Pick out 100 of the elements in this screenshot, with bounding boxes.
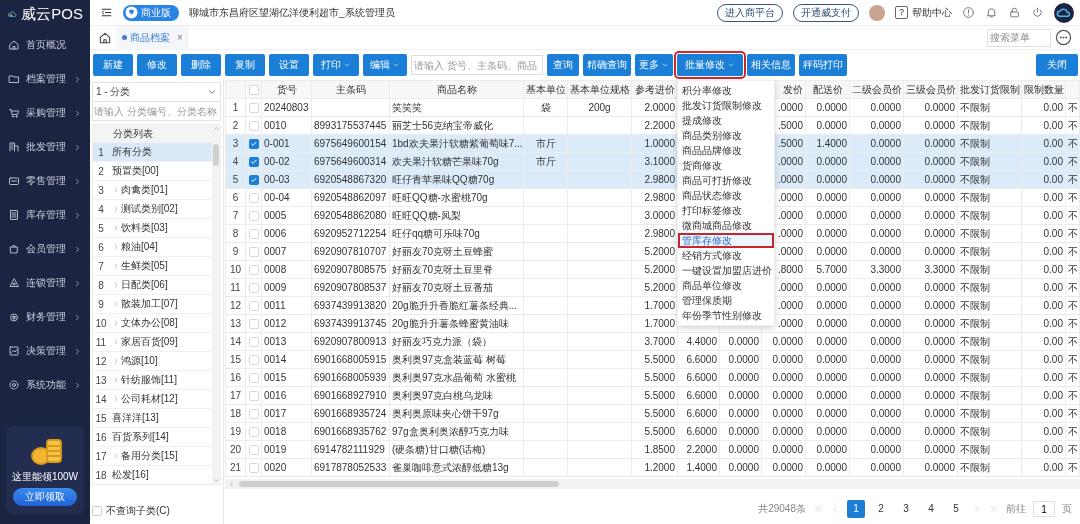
page-number[interactable]: 5 bbox=[947, 500, 965, 518]
chevron-icon[interactable] bbox=[112, 281, 120, 289]
sidebar-item[interactable]: 档案管理 bbox=[0, 62, 90, 96]
category-item[interactable]: 1 所有分类 bbox=[93, 142, 212, 161]
scrollbar[interactable] bbox=[225, 479, 1080, 489]
page-number[interactable]: 1 bbox=[847, 500, 865, 518]
column-header[interactable]: 三级会员价 bbox=[903, 80, 958, 99]
column-header[interactable]: 配送价 bbox=[805, 80, 850, 99]
help-link[interactable]: 帮助中心 bbox=[912, 5, 952, 20]
row-number: 8 bbox=[97, 279, 105, 291]
scrollbar[interactable] bbox=[212, 125, 220, 484]
column-header[interactable]: 二级会员价 bbox=[849, 80, 904, 99]
power-icon[interactable] bbox=[1031, 6, 1044, 19]
toolbar-button[interactable]: 打印 bbox=[313, 54, 359, 76]
chevron-icon[interactable] bbox=[112, 319, 120, 327]
toolbar-button[interactable]: 相关信息 bbox=[747, 54, 795, 76]
scrollbar-thumb[interactable] bbox=[239, 481, 559, 487]
search-field[interactable]: 请输入 货号、主条码、商品 bbox=[411, 55, 543, 75]
sidebar-item[interactable]: 采购管理 bbox=[0, 96, 90, 130]
close-icon[interactable]: × bbox=[177, 32, 183, 43]
column-header[interactable]: 主条码 bbox=[311, 80, 390, 99]
checkbox[interactable] bbox=[248, 175, 259, 186]
sidebar-item[interactable]: 决策管理 bbox=[0, 334, 90, 368]
toolbar-button[interactable]: 设置 bbox=[269, 54, 309, 76]
menu-item[interactable]: 管库存修改 bbox=[678, 233, 774, 248]
lock-icon[interactable] bbox=[1008, 6, 1021, 19]
page-number[interactable]: 2 bbox=[872, 500, 890, 518]
previous-page-icon[interactable] bbox=[830, 504, 840, 514]
column-header[interactable]: 限制数量 bbox=[1021, 80, 1066, 99]
sidebar-item[interactable]: 首页概况 bbox=[0, 28, 90, 62]
chevron-icon[interactable] bbox=[112, 357, 120, 365]
table-cell: 不限制 bbox=[957, 458, 1022, 477]
toolbar-button[interactable]: 精确查询 bbox=[583, 54, 631, 76]
row-number: 11 bbox=[94, 336, 108, 348]
table-cell: 好丽友70克呀土豆蜂蜜 bbox=[389, 242, 524, 261]
chevron-icon[interactable] bbox=[112, 376, 120, 384]
table-cell: 0.0000 bbox=[849, 314, 904, 333]
table-cell: 0.0000 bbox=[903, 458, 958, 477]
column-header[interactable]: 基本单位规格 bbox=[567, 80, 632, 99]
category-search-field[interactable]: 请输入 分类编号、分类名称 bbox=[92, 102, 221, 121]
toolbar-button[interactable]: 秤码打印 bbox=[799, 54, 847, 76]
row-number: 13 bbox=[225, 314, 246, 333]
sidebar-item[interactable]: 零售管理 bbox=[0, 164, 90, 198]
chevron-icon[interactable] bbox=[112, 452, 120, 460]
toolbar-button[interactable]: 编辑 bbox=[363, 54, 407, 76]
toolbar-button[interactable]: 修改 bbox=[137, 54, 177, 76]
more-icon[interactable] bbox=[1055, 29, 1072, 46]
column-header[interactable]: 基本单位 bbox=[523, 80, 568, 99]
chevron-icon[interactable] bbox=[112, 395, 120, 403]
page-number[interactable]: 3 bbox=[897, 500, 915, 518]
table-cell: 旺仔qq糖可乐味70g bbox=[389, 224, 524, 243]
chevron-icon[interactable] bbox=[112, 338, 120, 346]
checkbox[interactable] bbox=[92, 506, 102, 516]
toolbar-button[interactable]: 批量修改 bbox=[677, 54, 743, 76]
next-page-icon[interactable] bbox=[972, 504, 982, 514]
chevron-icon[interactable] bbox=[112, 186, 120, 194]
search-menu-field[interactable]: 搜索菜单 bbox=[987, 28, 1051, 47]
column-header[interactable]: 批发订货限制 bbox=[957, 80, 1022, 99]
chevron-icon[interactable] bbox=[112, 205, 120, 213]
toolbar-button[interactable]: 更多 bbox=[635, 54, 673, 76]
close-button[interactable]: 关闭 bbox=[1036, 54, 1078, 76]
toolbar-button[interactable]: 新建 bbox=[93, 54, 133, 76]
app-logo-icon[interactable] bbox=[1054, 2, 1074, 23]
avatar[interactable] bbox=[869, 4, 885, 21]
claim-button[interactable]: 立即领取 bbox=[13, 488, 77, 506]
sidebar-item[interactable]: 财务管理 bbox=[0, 300, 90, 334]
page-number[interactable]: 4 bbox=[922, 500, 940, 518]
sidebar-item[interactable]: 系统功能 bbox=[0, 368, 90, 402]
table-cell: 3.3000 bbox=[849, 260, 904, 279]
sidebar-item[interactable]: 会员管理 bbox=[0, 232, 90, 266]
row-number: 17 bbox=[225, 386, 246, 405]
column-header[interactable]: 参考进价 bbox=[631, 80, 678, 99]
tab[interactable]: 商品档案 × bbox=[116, 25, 189, 50]
table-cell: 0.0000 bbox=[903, 224, 958, 243]
column-header[interactable]: 货号 bbox=[261, 80, 312, 99]
table-cell: 不 bbox=[1065, 296, 1080, 315]
scrollbar-thumb[interactable] bbox=[213, 144, 219, 166]
page-input[interactable]: 1 bbox=[1033, 501, 1055, 517]
toolbar-button[interactable]: 查询 bbox=[547, 54, 579, 76]
sidebar-item[interactable]: 连锁管理 bbox=[0, 266, 90, 300]
chevron-icon[interactable] bbox=[112, 300, 120, 308]
sidebar-item[interactable]: 库存管理 bbox=[0, 198, 90, 232]
chevron-icon[interactable] bbox=[112, 262, 120, 270]
info-icon[interactable] bbox=[962, 6, 975, 19]
chevron-icon[interactable] bbox=[112, 224, 120, 232]
category-dropdown[interactable]: 1 - 分类 bbox=[92, 82, 221, 102]
column-header[interactable]: 商品名称 bbox=[389, 80, 524, 99]
checkbox[interactable] bbox=[248, 139, 259, 150]
bell-icon[interactable] bbox=[985, 6, 998, 19]
collapse-menu-icon[interactable] bbox=[100, 6, 113, 19]
chevron-icon[interactable] bbox=[112, 243, 120, 251]
row-number: 15 bbox=[225, 350, 246, 369]
home-icon[interactable] bbox=[98, 30, 112, 45]
table-cell: 6937439913820 bbox=[311, 296, 390, 315]
sidebar-item[interactable]: 批发管理 bbox=[0, 130, 90, 164]
toolbar-button[interactable]: 删除 bbox=[181, 54, 221, 76]
toolbar-button[interactable]: 复制 bbox=[225, 54, 265, 76]
help-icon[interactable]: ? bbox=[895, 6, 908, 19]
table-cell: 袋 bbox=[523, 98, 568, 117]
checkbox[interactable] bbox=[248, 157, 259, 168]
